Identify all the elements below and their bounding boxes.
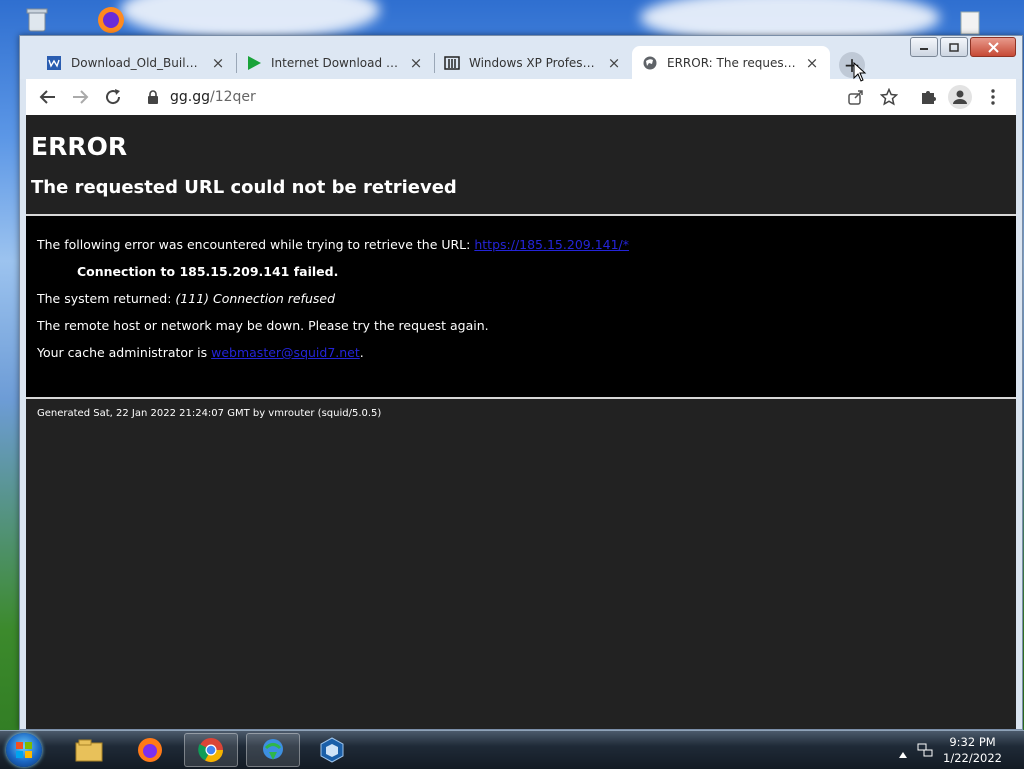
error-url-text: The following error was encountered whil… xyxy=(37,237,475,252)
clock[interactable]: 9:32 PM 1/22/2022 xyxy=(943,734,1002,766)
tray-expand-icon[interactable] xyxy=(898,744,908,763)
page-content: ERROR The requested URL could not be ret… xyxy=(26,115,1016,729)
browser-window: Download_Old_Builds_5_... × Internet Dow… xyxy=(19,35,1023,730)
lock-icon xyxy=(146,89,160,105)
puzzle-icon xyxy=(922,91,936,104)
maximize-button[interactable] xyxy=(940,37,968,57)
connection-failed-text: Connection to 185.15.209.141 failed. xyxy=(77,264,339,279)
system-returned-line: The system returned: (111) Connection re… xyxy=(37,291,335,306)
taskbar-file-explorer[interactable] xyxy=(62,733,116,767)
virtualbox-icon xyxy=(320,737,344,763)
taskbar-virtualbox[interactable] xyxy=(305,733,359,767)
generated-footer: Generated Sat, 22 Jan 2022 21:24:07 GMT … xyxy=(37,408,382,419)
tab-title: ERROR: The requested U xyxy=(667,55,798,70)
clock-time: 9:32 PM xyxy=(949,735,996,749)
taskbar: 9:32 PM 1/22/2022 xyxy=(0,730,1024,769)
page-subtitle: The requested URL could not be retrieved xyxy=(31,177,457,198)
cache-admin-email-link[interactable]: webmaster@squid7.net xyxy=(211,345,360,360)
archive-building-icon xyxy=(444,55,460,71)
globe-icon xyxy=(642,55,658,71)
clock-date: 1/22/2022 xyxy=(943,751,1002,765)
close-window-button[interactable] xyxy=(970,37,1016,57)
windows-logo-icon xyxy=(16,742,32,758)
chrome-icon xyxy=(198,738,223,763)
system-returned-label: The system returned: xyxy=(37,291,176,306)
cache-admin-line: Your cache administrator is webmaster@sq… xyxy=(37,345,364,360)
firefox-icon xyxy=(138,738,162,762)
arrow-right-icon xyxy=(73,90,89,104)
firefox-desktop-icon[interactable] xyxy=(96,5,126,35)
desktop-shortcut-icon[interactable] xyxy=(955,8,985,38)
tab-title: Internet Download Mana xyxy=(271,55,402,70)
tab-windows-xp-professional[interactable]: Windows XP Professiona × xyxy=(434,46,632,79)
arrow-left-icon xyxy=(39,90,55,104)
tab-error-requested-url[interactable]: ERROR: The requested U × xyxy=(632,46,830,79)
reload-button[interactable] xyxy=(101,85,125,109)
page-title: ERROR xyxy=(31,132,128,161)
url-host: gg.gg xyxy=(170,89,210,105)
cache-admin-label: Your cache administrator is xyxy=(37,345,212,360)
taskbar-chrome[interactable] xyxy=(184,733,238,767)
extensions-button[interactable] xyxy=(916,85,940,109)
star-icon xyxy=(880,88,898,106)
mouse-cursor-icon xyxy=(853,61,867,86)
desktop-cloud xyxy=(120,0,380,40)
menu-button[interactable] xyxy=(981,85,1005,109)
tab-download-old-builds[interactable]: Download_Old_Builds_5_... × xyxy=(36,46,236,79)
address-bar[interactable]: gg.gg/12qer xyxy=(138,82,878,112)
network-icon[interactable] xyxy=(916,741,934,763)
window-controls xyxy=(910,37,1016,57)
internet-download-manager-icon xyxy=(263,739,283,760)
url-path: /12qer xyxy=(210,89,256,105)
divider xyxy=(26,397,1016,399)
close-icon[interactable]: × xyxy=(606,54,622,72)
document-icon xyxy=(46,55,62,71)
url-text: gg.gg/12qer xyxy=(170,89,256,105)
file-explorer-icon xyxy=(75,739,103,762)
kebab-menu-icon xyxy=(991,89,995,105)
tab-strip: Download_Old_Builds_5_... × Internet Dow… xyxy=(20,36,1022,79)
browser-toolbar: gg.gg/12qer xyxy=(26,79,1016,115)
share-button[interactable] xyxy=(844,85,868,109)
back-button[interactable] xyxy=(36,85,60,109)
forward-button[interactable] xyxy=(68,85,92,109)
taskbar-internet-download-manager[interactable] xyxy=(246,733,300,767)
tab-internet-download-manager[interactable]: Internet Download Mana × xyxy=(236,46,434,79)
recycle-bin-icon[interactable] xyxy=(22,5,52,35)
close-icon[interactable]: × xyxy=(408,54,424,72)
tab-title: Download_Old_Builds_5_... xyxy=(71,55,204,70)
close-icon[interactable]: × xyxy=(804,54,820,72)
taskbar-firefox[interactable] xyxy=(123,733,177,767)
cache-admin-period: . xyxy=(359,345,364,360)
error-url-link[interactable]: https://185.15.209.141/* xyxy=(474,237,629,252)
close-icon[interactable]: × xyxy=(210,54,226,72)
system-tray: 9:32 PM 1/22/2022 xyxy=(884,731,1024,769)
profile-button[interactable] xyxy=(948,85,972,109)
profile-icon xyxy=(953,90,967,104)
reload-icon xyxy=(106,89,121,105)
remote-host-message: The remote host or network may be down. … xyxy=(37,318,489,333)
play-triangle-icon xyxy=(246,55,262,71)
start-button[interactable] xyxy=(6,733,42,767)
system-returned-value: (111) Connection refused xyxy=(175,291,335,306)
minimize-button[interactable] xyxy=(910,37,938,57)
bookmark-button[interactable] xyxy=(877,85,901,109)
share-icon xyxy=(848,90,863,105)
tab-title: Windows XP Professiona xyxy=(469,55,600,70)
error-url-line: The following error was encountered whil… xyxy=(37,237,629,252)
